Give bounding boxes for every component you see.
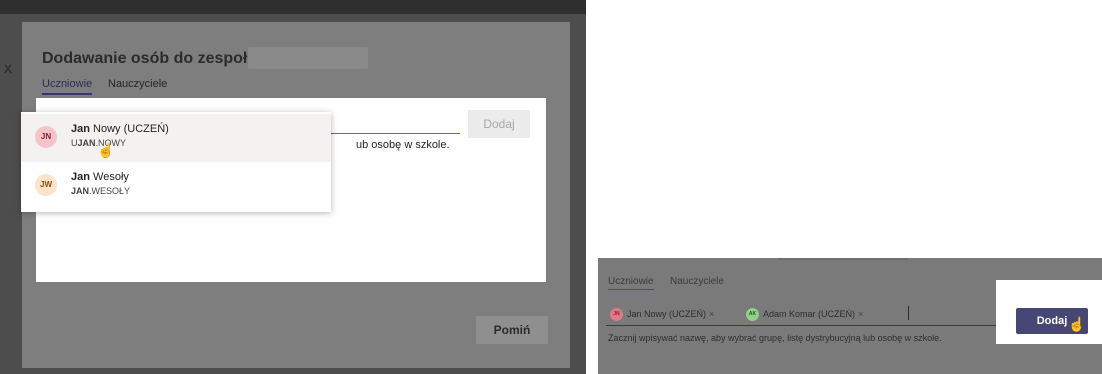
tab-students[interactable]: Uczniowie bbox=[42, 78, 93, 95]
add-button-highlight: Dodaj ☝ bbox=[996, 280, 1102, 344]
remove-chip-icon[interactable]: × bbox=[858, 309, 863, 319]
dialog-title: Dodawanie osób do zespołu ( bbox=[42, 50, 267, 67]
hand-pointer-icon: ☝ bbox=[1068, 316, 1086, 332]
right-screenshot: Uczniowie Nauczyciele JN Jan Nowy (UCZEŃ)… bbox=[598, 258, 1102, 374]
obscured-title-fragment bbox=[778, 258, 908, 260]
hint-text-partial: ub osobę w szkole. bbox=[356, 139, 450, 151]
tab-students[interactable]: Uczniowie bbox=[608, 276, 654, 290]
text-caret bbox=[908, 306, 909, 320]
suggestion-name: Jan Wesoły bbox=[71, 171, 129, 183]
left-screenshot: x Dodawanie osób do zespołu ( Uczniowie … bbox=[0, 0, 586, 374]
remove-chip-icon[interactable]: × bbox=[709, 309, 714, 319]
tab-teachers[interactable]: Nauczyciele bbox=[108, 78, 167, 90]
avatar: JN bbox=[35, 126, 57, 148]
hint-text: Zacznij wpisywać nazwę, aby wybrać grupę… bbox=[608, 333, 942, 343]
suggestion-dropdown: JN Jan Nowy (UCZEŃ) UJAN.NOWY ☝ JW Jan W… bbox=[21, 112, 331, 212]
background-strip bbox=[0, 0, 586, 14]
chip-jan-nowy: JN Jan Nowy (UCZEŃ) × bbox=[610, 306, 714, 322]
chip-label: Jan Nowy (UCZEŃ) bbox=[627, 309, 707, 319]
suggestion-jan-wesoly[interactable]: JW Jan Wesoły JAN.WESOŁY bbox=[21, 162, 331, 210]
suggestion-jan-nowy[interactable]: JN Jan Nowy (UCZEŃ) UJAN.NOWY ☝ bbox=[21, 114, 331, 162]
skip-button[interactable]: Pomiń bbox=[476, 316, 548, 344]
suggestion-login: JAN.WESOŁY bbox=[71, 186, 131, 196]
hand-pointer-icon: ☝ bbox=[97, 142, 115, 158]
avatar: JW bbox=[35, 174, 57, 196]
redacted-team-name bbox=[248, 47, 368, 69]
suggestion-name: Jan Nowy (UCZEŃ) bbox=[71, 123, 169, 135]
chip-label: Adam Komar (UCZEŃ) bbox=[763, 309, 856, 319]
tab-teachers[interactable]: Nauczyciele bbox=[670, 276, 724, 287]
chip-adam-komar: AK Adam Komar (UCZEŃ) × bbox=[746, 306, 863, 322]
avatar: JN bbox=[610, 308, 623, 322]
avatar: AK bbox=[746, 308, 759, 322]
people-picker-input[interactable]: JN Jan Nowy (UCZEŃ) × AK Adam Komar (UCZEŃ)… bbox=[606, 302, 1006, 326]
add-button-disabled[interactable]: Dodaj bbox=[468, 110, 530, 138]
background-edge-glyph: x bbox=[4, 60, 12, 77]
